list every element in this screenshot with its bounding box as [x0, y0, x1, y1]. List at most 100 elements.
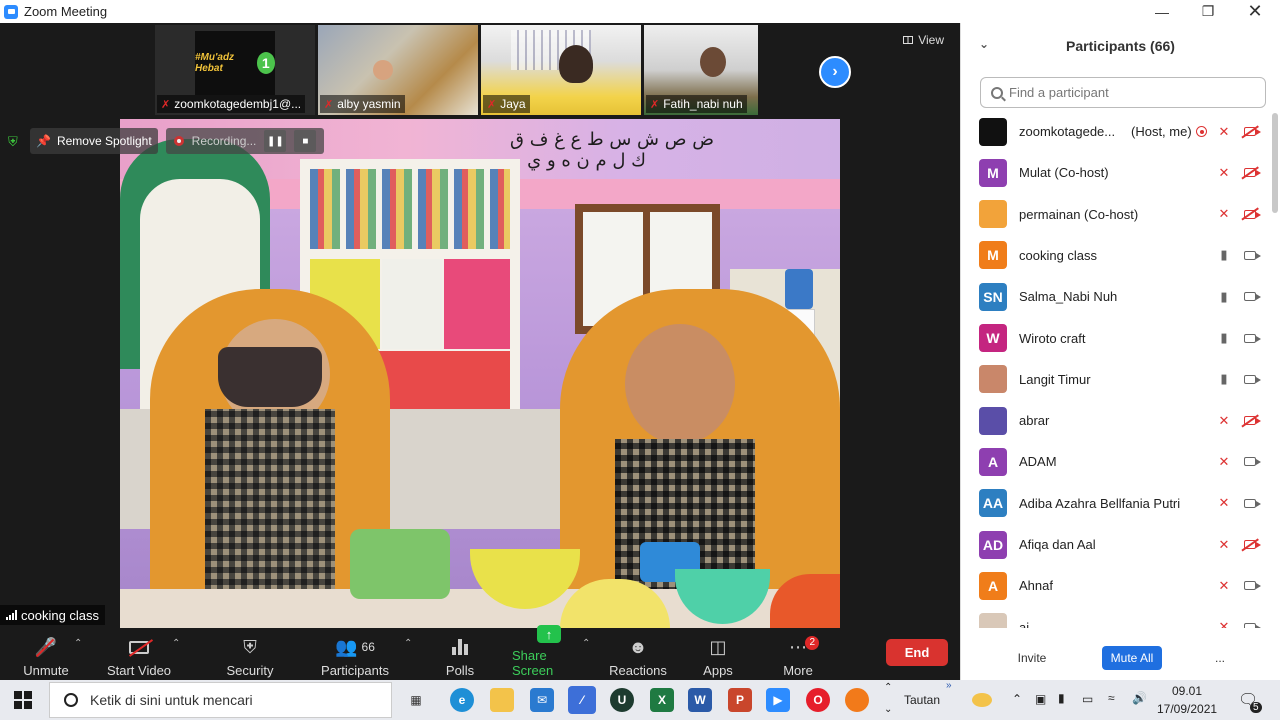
mic-icon[interactable]: ▮	[1217, 330, 1231, 346]
firefox-icon[interactable]	[845, 688, 869, 712]
task-view-icon[interactable]: ▦	[404, 688, 428, 712]
participant-list-scrollbar[interactable]	[1272, 113, 1278, 213]
video-off-icon[interactable]	[1241, 538, 1261, 552]
mic-muted-icon[interactable]: ✕	[1217, 413, 1231, 429]
clock-date[interactable]: 17/09/2021	[1157, 702, 1217, 716]
app-icon[interactable]: ⁄	[568, 686, 596, 714]
video-off-icon[interactable]	[1241, 166, 1261, 180]
video-off-icon[interactable]	[1241, 125, 1261, 139]
participant-row[interactable]: zoomkotagede... (Host, me) ✕	[961, 111, 1273, 152]
mic-muted-icon[interactable]: ✕	[1217, 454, 1231, 470]
minimize-icon[interactable]: —	[1139, 0, 1185, 23]
participant-row[interactable]: abrar ✕	[961, 400, 1273, 441]
participant-row[interactable]: A ADAM ✕	[961, 441, 1273, 482]
pause-recording-button[interactable]: ❚❚	[264, 130, 287, 152]
file-explorer-icon[interactable]	[490, 688, 514, 712]
mic-muted-icon[interactable]: ✕	[1217, 537, 1231, 553]
mic-muted-icon[interactable]: ✕	[1217, 619, 1231, 628]
mic-icon[interactable]: ▮	[1217, 371, 1231, 387]
edge-icon[interactable]: e	[450, 688, 474, 712]
tautan-label[interactable]: Tautan	[904, 693, 940, 707]
mic-icon[interactable]: ▮	[1217, 247, 1231, 263]
remove-spotlight-button[interactable]: 📌 Remove Spotlight	[30, 128, 158, 154]
video-icon[interactable]	[1241, 372, 1261, 386]
unmute-button[interactable]: 🎤 Unmute	[22, 632, 70, 679]
thumbnail-video[interactable]: #Mu'adz Hebat 1 ✗ zoomkotagedembj1@...	[155, 25, 315, 115]
scroll-up-icon[interactable]: ⌃	[884, 682, 892, 693]
video-icon[interactable]	[1241, 496, 1261, 510]
participant-row[interactable]: AD Afiqa dan Aal ✕	[961, 524, 1273, 565]
video-icon[interactable]	[1241, 331, 1261, 345]
view-button[interactable]: View	[903, 33, 944, 47]
clock-time[interactable]: 09.01	[1172, 684, 1202, 698]
word-icon[interactable]: W	[688, 688, 712, 712]
end-meeting-button[interactable]: End	[886, 639, 948, 666]
video-icon[interactable]	[1241, 248, 1261, 262]
invite-button[interactable]: Invite	[1009, 646, 1055, 670]
polls-button[interactable]: Polls	[440, 632, 480, 678]
participant-row[interactable]: SN Salma_Nabi Nuh ▮	[961, 276, 1273, 317]
excel-icon[interactable]: X	[650, 688, 674, 712]
thumbnail-video[interactable]: ✗ Jaya	[481, 25, 641, 115]
audio-options-caret-icon[interactable]: ⌃	[74, 638, 82, 649]
mic-muted-icon[interactable]: ✕	[1217, 124, 1231, 140]
video-icon[interactable]	[1241, 455, 1261, 469]
start-video-button[interactable]: Start Video	[106, 632, 172, 678]
zoom-icon[interactable]: ▶	[766, 688, 790, 712]
mic-muted-icon[interactable]: ✕	[1217, 165, 1231, 181]
video-options-caret-icon[interactable]: ⌃	[172, 638, 180, 649]
upwork-icon[interactable]: U	[610, 688, 634, 712]
video-off-icon[interactable]	[1241, 414, 1261, 428]
apps-button[interactable]: ◫ Apps	[700, 632, 736, 679]
powerpoint-icon[interactable]: P	[728, 688, 752, 712]
thumbnail-video[interactable]: ✗ Fatih_nabi nuh	[644, 25, 758, 115]
maximize-icon[interactable]: ❐	[1185, 0, 1231, 23]
reactions-button[interactable]: ☻ Reactions	[609, 632, 667, 679]
wifi-icon[interactable]: ≈	[1108, 691, 1115, 705]
participant-search-input[interactable]: Find a participant	[980, 77, 1266, 108]
participant-row[interactable]: Langit Timur ▮	[961, 359, 1273, 400]
mic-muted-icon[interactable]: ✕	[1217, 495, 1231, 511]
collapse-chevron-icon[interactable]: ⌄	[979, 37, 989, 51]
taskbar-search-input[interactable]: Ketik di sini untuk mencari	[49, 682, 392, 718]
next-page-button[interactable]: ›	[819, 56, 851, 88]
mic-icon[interactable]: ▮	[1217, 289, 1231, 305]
participants-button[interactable]: 👥 66 Participants	[320, 632, 390, 679]
participants-options-caret-icon[interactable]: ⌃	[404, 638, 412, 649]
opera-icon[interactable]: O	[806, 688, 830, 712]
mic-muted-icon[interactable]: ✕	[1217, 206, 1231, 222]
stop-recording-button[interactable]: ■	[294, 130, 317, 152]
microphone-icon[interactable]: ▮	[1058, 691, 1065, 705]
volume-icon[interactable]: 🔊	[1132, 691, 1147, 705]
video-icon[interactable]	[1241, 290, 1261, 304]
scroll-down-icon[interactable]: ⌄	[884, 704, 892, 715]
mail-icon[interactable]: ✉	[530, 688, 554, 712]
mute-all-button[interactable]: Mute All	[1102, 646, 1162, 670]
participant-row[interactable]: M Mulat (Co-host) ✕	[961, 152, 1273, 193]
spotlight-video[interactable]: ض ص ش س ط ع غ ف ق ك ل م ن ه و ي	[120, 119, 840, 628]
windows-start-icon[interactable]	[14, 691, 32, 709]
show-hidden-icons-caret[interactable]: ⌃	[1012, 692, 1022, 706]
share-screen-button[interactable]: ↑ Share Screen	[512, 625, 586, 678]
participant-row[interactable]: Mcooking class ▮	[961, 235, 1273, 276]
video-icon[interactable]	[1241, 620, 1261, 628]
more-options-button[interactable]: ...	[1207, 646, 1233, 670]
participant-row[interactable]: ai... ✕	[961, 607, 1273, 628]
polls-icon	[452, 636, 468, 658]
thumbnail-video[interactable]: ✗ alby yasmin	[318, 25, 478, 115]
weather-icon[interactable]	[972, 693, 992, 707]
mic-muted-icon[interactable]: ✕	[1217, 578, 1231, 594]
security-button[interactable]: ⛨ Security	[226, 632, 274, 679]
expand-links-icon[interactable]: »	[946, 680, 952, 691]
participant-row[interactable]: permainan (Co-host) ✕	[961, 194, 1273, 235]
participant-row[interactable]: AA Adiba Azahra Bellfania Putri ✕	[961, 483, 1273, 524]
participant-row[interactable]: A Ahnaf ✕	[961, 565, 1273, 606]
video-off-icon[interactable]	[1241, 207, 1261, 221]
share-options-caret-icon[interactable]: ⌃	[582, 638, 590, 649]
participant-row[interactable]: W Wiroto craft ▮	[961, 318, 1273, 359]
meet-now-icon[interactable]: ▣	[1035, 692, 1046, 706]
close-icon[interactable]: ✕	[1232, 0, 1278, 23]
battery-icon[interactable]: ▭	[1082, 692, 1093, 706]
more-button[interactable]: ⋯ 2 More	[780, 632, 819, 678]
video-icon[interactable]	[1241, 579, 1261, 593]
